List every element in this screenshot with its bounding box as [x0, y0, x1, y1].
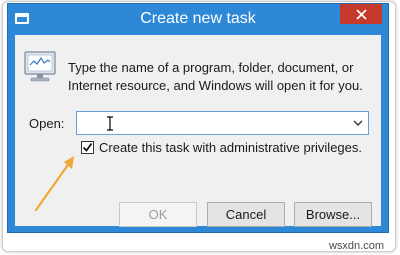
browse-button[interactable]: Browse... [294, 202, 372, 227]
ok-button[interactable]: OK [119, 202, 197, 227]
chevron-down-icon[interactable] [353, 120, 363, 127]
watermark: wsxdn.com [328, 240, 384, 252]
monitor-icon [24, 51, 56, 82]
cancel-button[interactable]: Cancel [207, 202, 285, 227]
open-label: Open: [29, 116, 65, 131]
admin-privileges-label[interactable]: Create this task with administrative pri… [99, 140, 362, 155]
open-combobox[interactable] [76, 111, 369, 135]
callout-arrow-icon [34, 156, 74, 212]
text-cursor-icon [107, 116, 113, 131]
close-icon [355, 9, 367, 20]
checkmark-icon [82, 142, 93, 152]
dialog-description: Type the name of a program, folder, docu… [68, 60, 363, 93]
close-button[interactable] [340, 4, 382, 24]
admin-privileges-checkbox[interactable] [81, 141, 94, 154]
titlebar[interactable]: Create new task [8, 4, 388, 36]
window-title: Create new task [140, 10, 256, 27]
open-input[interactable] [77, 112, 342, 134]
